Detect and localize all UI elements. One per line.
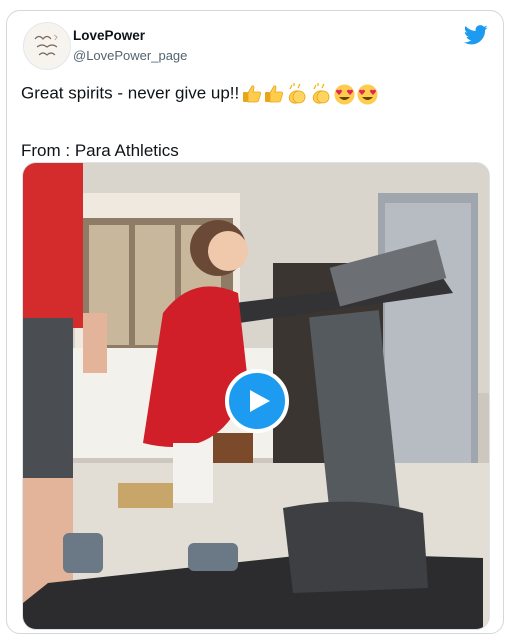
play-button[interactable] [225,369,289,433]
author-handle[interactable]: @LovePower_page [73,48,187,63]
tweet-text: Great spirits - never give up!! [21,83,491,105]
author-name[interactable]: LovePower [73,28,145,43]
emoji-group [241,83,379,105]
tweet-card[interactable]: LovePower @LovePower_page Great spirits … [6,10,504,634]
heart-eyes-icon [357,84,378,105]
heart-eyes-icon [334,84,355,105]
clapping-hands-icon [289,83,306,104]
play-icon [250,390,270,412]
twitter-bird-icon[interactable] [464,25,488,45]
clapping-hands-icon [313,83,330,104]
thumbs-up-icon [265,85,284,103]
video-player[interactable] [22,162,490,630]
tweet-body: Great spirits - never give up!! [21,83,240,103]
avatar[interactable] [23,22,71,70]
source-credit: From : Para Athletics [21,141,179,160]
avatar-logo [24,23,70,69]
thumbs-up-icon [243,85,262,103]
